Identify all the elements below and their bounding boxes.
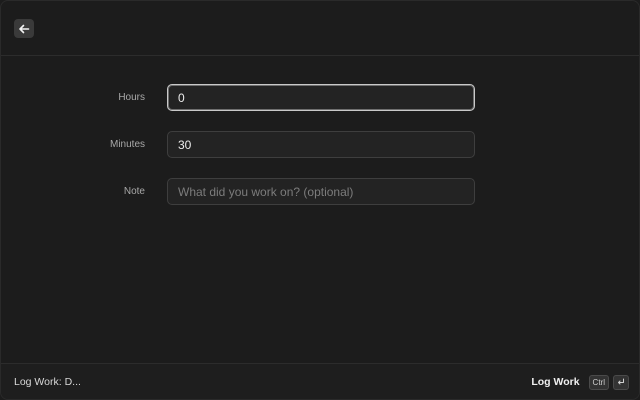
log-work-window: Hours Minutes Note Log Work: D... Log Wo… — [0, 0, 640, 400]
hours-input[interactable] — [167, 84, 475, 111]
footer-actions: Log Work Ctrl — [531, 364, 629, 399]
minutes-label: Minutes — [109, 139, 145, 150]
header-bar — [1, 1, 639, 56]
footer-title: Log Work: D... — [14, 376, 81, 388]
minutes-input[interactable] — [167, 131, 475, 158]
arrow-left-icon — [19, 24, 30, 33]
minutes-row: Minutes — [1, 131, 639, 158]
enter-icon — [618, 378, 624, 385]
footer-bar: Log Work: D... Log Work Ctrl — [1, 363, 639, 399]
log-work-button[interactable]: Log Work — [531, 376, 579, 388]
hours-row: Hours — [1, 84, 639, 111]
ctrl-key-hint: Ctrl — [588, 374, 609, 390]
note-input[interactable] — [167, 178, 475, 205]
hours-label: Hours — [118, 92, 145, 103]
back-button[interactable] — [14, 19, 34, 38]
enter-key-hint — [613, 374, 629, 390]
note-row: Note — [1, 178, 639, 205]
note-label: Note — [123, 186, 145, 197]
